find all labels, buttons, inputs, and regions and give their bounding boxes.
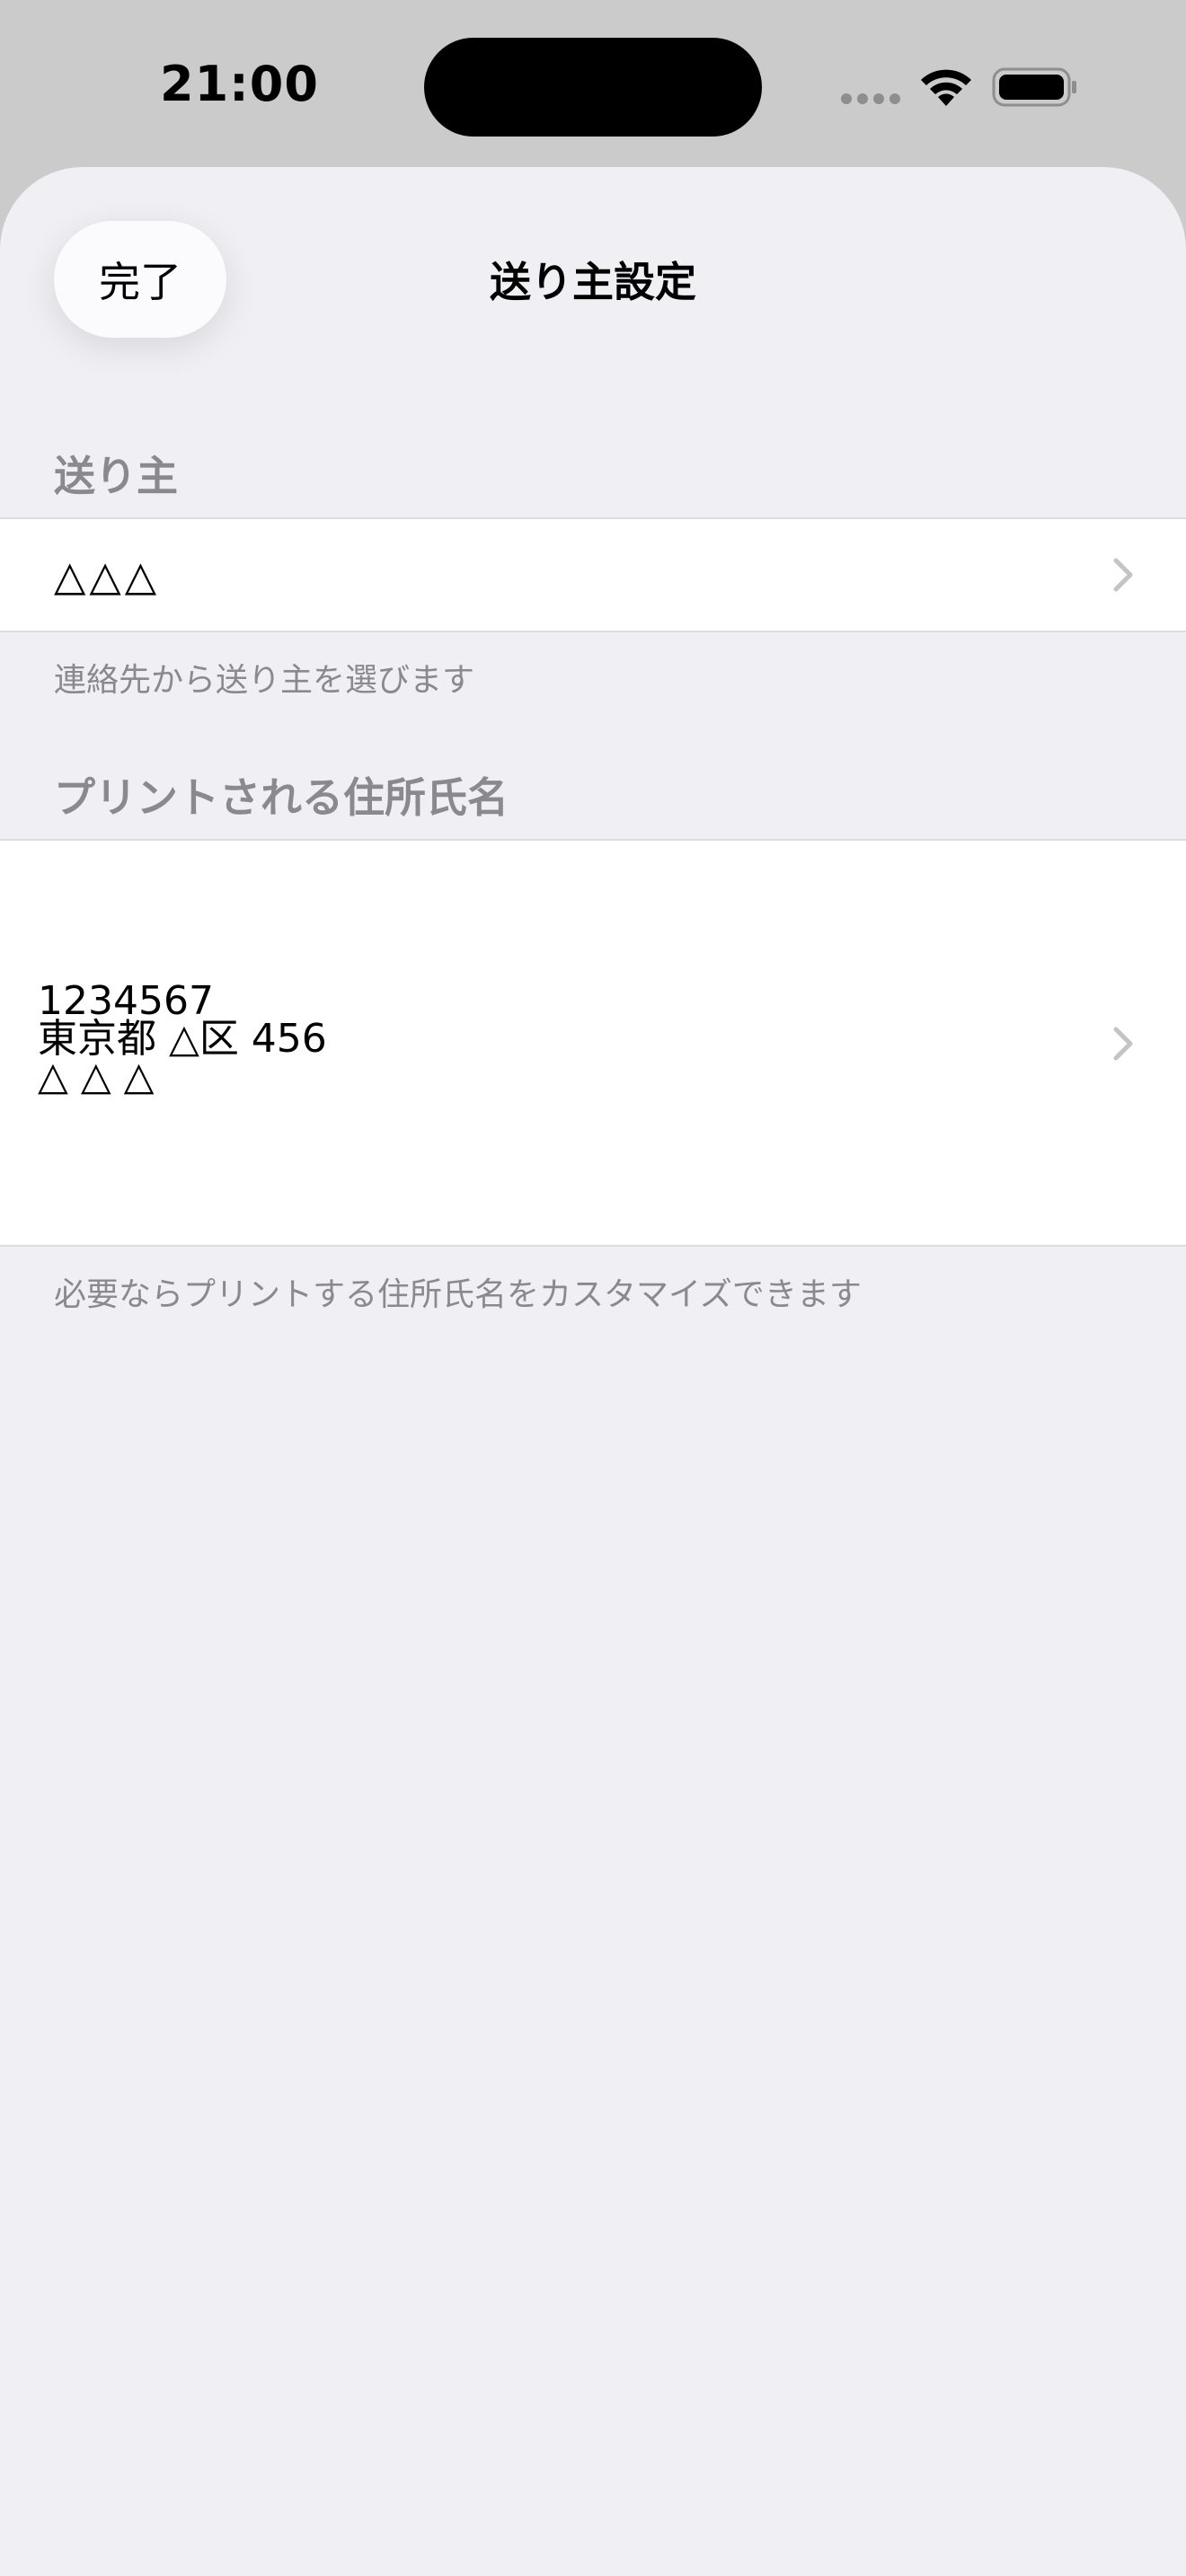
status-bar: 21:00 xyxy=(0,0,1186,167)
status-time: 21:00 xyxy=(160,56,319,112)
sender-cell[interactable]: △△△ xyxy=(0,517,1186,632)
page-title: 送り主設定 xyxy=(490,258,696,306)
address-preview: 1234567 東京都 △区 456 △ △ △ xyxy=(38,978,327,1099)
wifi-icon xyxy=(921,69,971,106)
cellular-signal-icon xyxy=(841,93,900,106)
address-name: △ △ △ xyxy=(38,1054,155,1099)
chevron-right-icon xyxy=(1113,558,1133,592)
sender-section-header: 送り主 xyxy=(54,452,178,500)
chevron-right-icon xyxy=(1113,1027,1133,1061)
address-section-header: プリントされる住所氏名 xyxy=(54,773,509,822)
sender-value: △△△ xyxy=(54,551,161,600)
address-street: 東京都 △区 456 xyxy=(38,1016,327,1062)
battery-icon xyxy=(992,67,1076,107)
address-section-footer: 必要ならプリントする住所氏名をカスタマイズできます xyxy=(54,1276,862,1313)
address-postal-code: 1234567 xyxy=(38,978,214,1024)
address-cell[interactable]: 1234567 東京都 △区 456 △ △ △ xyxy=(0,839,1186,1247)
dynamic-island xyxy=(424,38,762,137)
settings-sheet: 完了 送り主設定 送り主 △△△ 連絡先から送り主を選びます プリントされる住所… xyxy=(0,167,1186,2576)
sender-section-footer: 連絡先から送り主を選びます xyxy=(54,662,475,699)
